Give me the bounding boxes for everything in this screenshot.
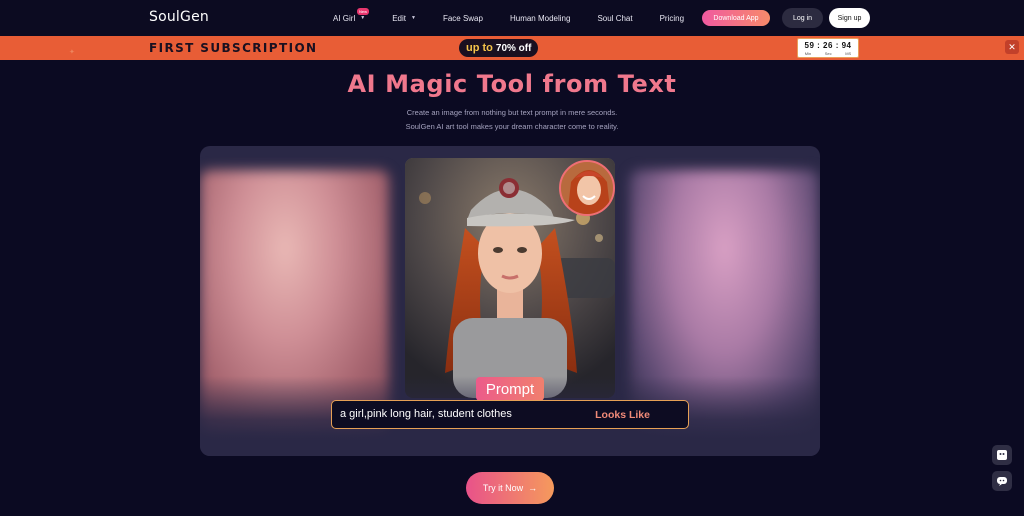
prompt-display: a girl,pink long hair, student clothes L…	[331, 400, 689, 429]
menu-item-label: Human Modeling	[509, 13, 571, 23]
promo-banner[interactable]: ✦ FIRST SUBSCRIPTION up to 70% off 59 : …	[0, 36, 1024, 60]
timer-units: Min Sec MS	[798, 51, 858, 56]
menu-item-label: Edit	[392, 13, 406, 23]
timer-unit-min: Min	[804, 51, 812, 56]
page-title: AI Magic Tool from Text	[347, 70, 677, 98]
page-subtitle: Create an image from nothing but text pr…	[0, 106, 1024, 134]
chat-bubble-icon	[997, 477, 1007, 486]
site-logo[interactable]: SoulGen	[149, 9, 209, 25]
discount-pill: up to 70% off	[459, 39, 539, 57]
subtitle-line-1: Create an image from nothing but text pr…	[406, 108, 618, 117]
menu-item-face-swap[interactable]: Face Swap	[443, 14, 483, 23]
timer-separator: :	[835, 41, 839, 50]
prompt-text: a girl,pink long hair, student clothes	[340, 408, 512, 420]
menu-item-ai-girl[interactable]: AI Girl New ▼	[333, 7, 370, 23]
menu-item-label: Pricing	[659, 13, 685, 23]
discount-value: 70% off	[495, 42, 532, 54]
new-badge: New	[357, 7, 370, 15]
promo-title: FIRST SUBSCRIPTION	[149, 41, 318, 55]
try-button-label: Try it Now	[482, 483, 524, 493]
float-app-button[interactable]	[992, 445, 1012, 465]
app-download-icon	[997, 450, 1007, 460]
menu-item-edit[interactable]: Edit ▼	[392, 14, 416, 23]
menu-item-human-modeling[interactable]: Human Modeling	[510, 14, 570, 23]
arrow-right-icon: →	[528, 483, 538, 493]
menu-item-label: Face Swap	[442, 13, 483, 23]
chevron-down-icon: ▼	[410, 15, 416, 21]
timer-unit-ms: MS	[845, 51, 852, 56]
timer-seconds: 26	[823, 41, 833, 50]
close-icon[interactable]: ✕	[1005, 40, 1019, 54]
discount-prefix: up to	[466, 42, 493, 54]
countdown-timer: 59 : 26 : 94 Min Sec MS	[797, 38, 859, 58]
menu-item-label: Soul Chat	[597, 13, 633, 23]
signup-button[interactable]: Sign up	[829, 8, 870, 28]
download-app-button[interactable]: Download App	[702, 10, 770, 26]
try-it-now-button[interactable]: Try it Now →	[466, 472, 554, 504]
timer-separator: :	[817, 41, 821, 50]
timer-unit-sec: Sec	[824, 51, 832, 56]
chevron-down-icon: ▼	[360, 15, 366, 21]
looks-like-label: Looks Like	[595, 409, 650, 421]
menu-item-label: AI Girl	[333, 13, 356, 23]
top-navbar: SoulGen AI Girl New ▼ Edit ▼ Face Swap H…	[0, 0, 1024, 36]
login-button[interactable]: Log in	[782, 8, 823, 28]
reference-avatar	[559, 160, 615, 216]
subtitle-line-2: SoulGen AI art tool makes your dream cha…	[405, 122, 619, 131]
sparkle-icon: ✦	[69, 49, 75, 56]
menu-item-soul-chat[interactable]: Soul Chat	[597, 14, 632, 23]
main-menu: AI Girl New ▼ Edit ▼ Face Swap Human Mod…	[324, 0, 711, 36]
menu-item-pricing[interactable]: Pricing	[660, 14, 684, 23]
float-chat-button[interactable]	[992, 471, 1012, 491]
timer-values: 59 : 26 : 94	[798, 41, 858, 50]
timer-minutes: 59	[804, 41, 815, 50]
timer-ms: 94	[841, 41, 852, 50]
page: SoulGen AI Girl New ▼ Edit ▼ Face Swap H…	[0, 0, 1024, 516]
prompt-tag: Prompt	[476, 377, 544, 401]
